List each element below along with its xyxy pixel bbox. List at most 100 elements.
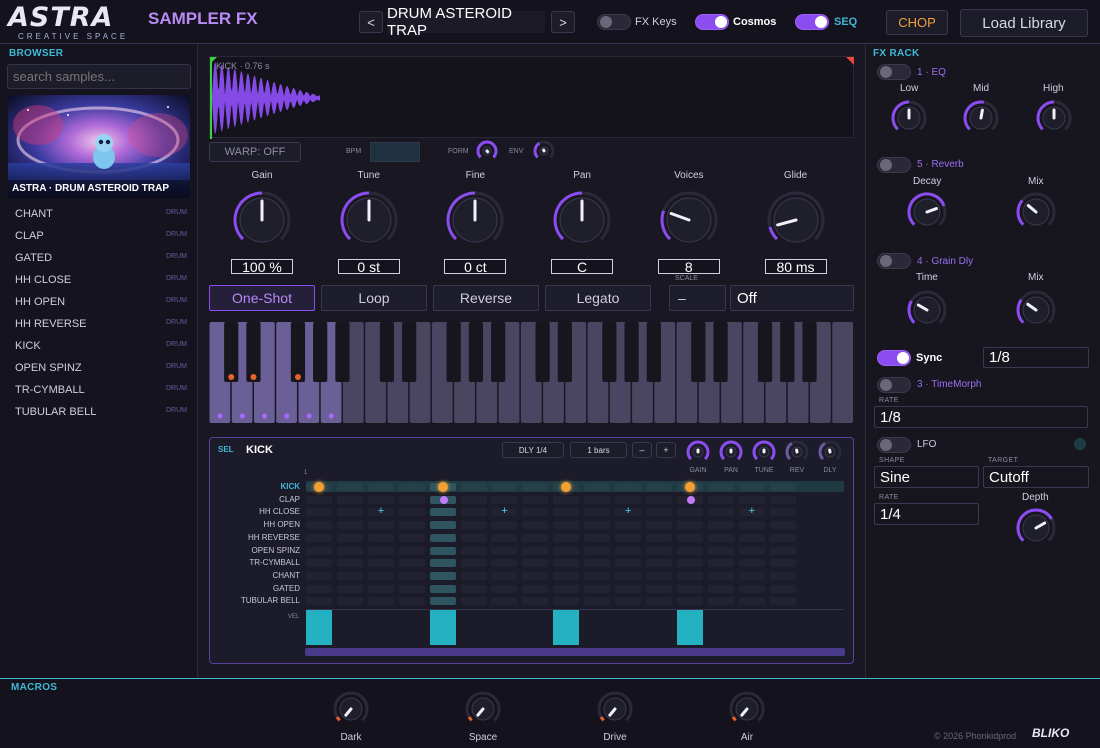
- seq-step[interactable]: [769, 483, 796, 491]
- seq-step[interactable]: [769, 559, 796, 568]
- black-key[interactable]: [602, 322, 617, 382]
- seq-step[interactable]: [429, 521, 456, 530]
- seq-step[interactable]: [460, 483, 487, 491]
- seq-step[interactable]: [707, 597, 734, 606]
- seq-row-label[interactable]: OPEN SPINZ: [240, 546, 300, 555]
- seq-step[interactable]: [769, 508, 796, 517]
- grain-time-knob[interactable]: [905, 288, 949, 332]
- seq-step[interactable]: [553, 508, 580, 517]
- seq-step[interactable]: [769, 521, 796, 530]
- lfo-rate-select[interactable]: 1/4: [874, 503, 979, 525]
- black-key[interactable]: [624, 322, 639, 382]
- param-knob-pan[interactable]: [551, 189, 613, 251]
- seq-step[interactable]: [769, 546, 796, 555]
- sample-list-item[interactable]: OPEN SPINZ DRUM: [15, 362, 187, 374]
- black-key[interactable]: [290, 322, 306, 382]
- seq-step[interactable]: [306, 597, 332, 606]
- seq-step[interactable]: [460, 584, 487, 593]
- seq-step[interactable]: [491, 483, 518, 491]
- seq-step[interactable]: [676, 584, 703, 593]
- seq-step[interactable]: [615, 559, 641, 568]
- seq-toggle[interactable]: [795, 14, 829, 30]
- seq-step[interactable]: [336, 533, 363, 542]
- timemorph-toggle[interactable]: [877, 377, 911, 393]
- seq-row-label[interactable]: HH OPEN: [240, 520, 300, 529]
- seq-row-label[interactable]: CHANT: [240, 571, 300, 580]
- seq-step[interactable]: [676, 533, 703, 542]
- seq-step[interactable]: [584, 559, 611, 568]
- seq-step[interactable]: [738, 559, 765, 568]
- one-shot-button[interactable]: One-Shot: [209, 285, 315, 311]
- black-key[interactable]: [646, 322, 661, 382]
- seq-step[interactable]: [367, 559, 394, 568]
- seq-step[interactable]: [738, 546, 765, 555]
- seq-scrollbar[interactable]: [305, 648, 845, 656]
- seq-row-label[interactable]: GATED: [240, 584, 300, 593]
- seq-step[interactable]: [553, 533, 580, 542]
- search-input[interactable]: [7, 64, 191, 89]
- velocity-bar[interactable]: [676, 609, 703, 645]
- seq-step[interactable]: [553, 546, 580, 555]
- param-knob-glide[interactable]: [765, 189, 827, 251]
- seq-step[interactable]: [676, 559, 703, 568]
- seq-step[interactable]: [306, 546, 332, 555]
- seq-step[interactable]: [491, 571, 518, 580]
- param-value[interactable]: 100 %: [231, 259, 293, 275]
- seq-bars-plus[interactable]: +: [656, 442, 676, 458]
- seq-row-label[interactable]: HH REVERSE: [240, 533, 300, 542]
- seq-step[interactable]: [336, 546, 363, 555]
- seq-step[interactable]: [460, 495, 487, 504]
- seq-step[interactable]: [398, 483, 425, 491]
- seq-step[interactable]: [584, 571, 611, 580]
- seq-step[interactable]: [336, 571, 363, 580]
- seq-step[interactable]: [367, 495, 394, 504]
- seq-step[interactable]: [367, 571, 394, 580]
- seq-step[interactable]: [306, 559, 332, 568]
- warp-button[interactable]: WARP: OFF: [209, 142, 301, 162]
- eq-mid-knob[interactable]: [961, 98, 1001, 138]
- seq-step[interactable]: [645, 521, 672, 530]
- load-library-button[interactable]: Load Library: [960, 9, 1088, 37]
- black-key[interactable]: [691, 322, 706, 382]
- black-key[interactable]: [491, 322, 506, 382]
- black-key[interactable]: [379, 322, 395, 382]
- chop-button[interactable]: CHOP: [886, 10, 948, 35]
- seq-step[interactable]: [522, 584, 549, 593]
- seq-step[interactable]: [769, 584, 796, 593]
- seq-delay-select[interactable]: DLY 1/4: [502, 442, 564, 458]
- seq-step[interactable]: [553, 597, 580, 606]
- sample-list-item[interactable]: HH REVERSE DRUM: [15, 318, 187, 330]
- white-key[interactable]: [832, 322, 853, 423]
- seq-step[interactable]: [707, 533, 734, 542]
- seq-step[interactable]: [398, 546, 425, 555]
- param-value[interactable]: 8: [657, 259, 720, 275]
- seq-step[interactable]: [522, 521, 549, 530]
- black-key[interactable]: [802, 322, 817, 382]
- legato-button[interactable]: Legato: [545, 285, 651, 311]
- next-preset-button[interactable]: >: [551, 11, 575, 33]
- black-key[interactable]: [335, 322, 350, 382]
- seq-step[interactable]: [398, 597, 425, 606]
- seq-knob-gain[interactable]: [684, 438, 712, 466]
- eq-low-knob[interactable]: [889, 98, 929, 138]
- lfo-depth-knob[interactable]: [1014, 506, 1058, 550]
- seq-step[interactable]: [769, 533, 796, 542]
- seq-step[interactable]: [460, 597, 487, 606]
- seq-step[interactable]: [306, 584, 332, 593]
- seq-step[interactable]: [522, 508, 549, 517]
- eq-high-knob[interactable]: [1034, 98, 1074, 138]
- seq-step[interactable]: [460, 508, 487, 517]
- seq-step[interactable]: [615, 533, 641, 542]
- waveform-display[interactable]: KICK · 0.76 s: [209, 56, 854, 139]
- seq-step[interactable]: [645, 584, 672, 593]
- bpm-field[interactable]: [370, 142, 420, 162]
- black-key[interactable]: [246, 322, 261, 382]
- seq-step[interactable]: [398, 584, 425, 593]
- seq-step[interactable]: [645, 483, 672, 491]
- seq-step[interactable]: [522, 559, 549, 568]
- seq-step[interactable]: [707, 521, 734, 530]
- seq-step[interactable]: [553, 495, 580, 504]
- seq-step[interactable]: [367, 521, 394, 530]
- seq-knob-rev[interactable]: [783, 438, 811, 466]
- seq-step[interactable]: [336, 559, 363, 568]
